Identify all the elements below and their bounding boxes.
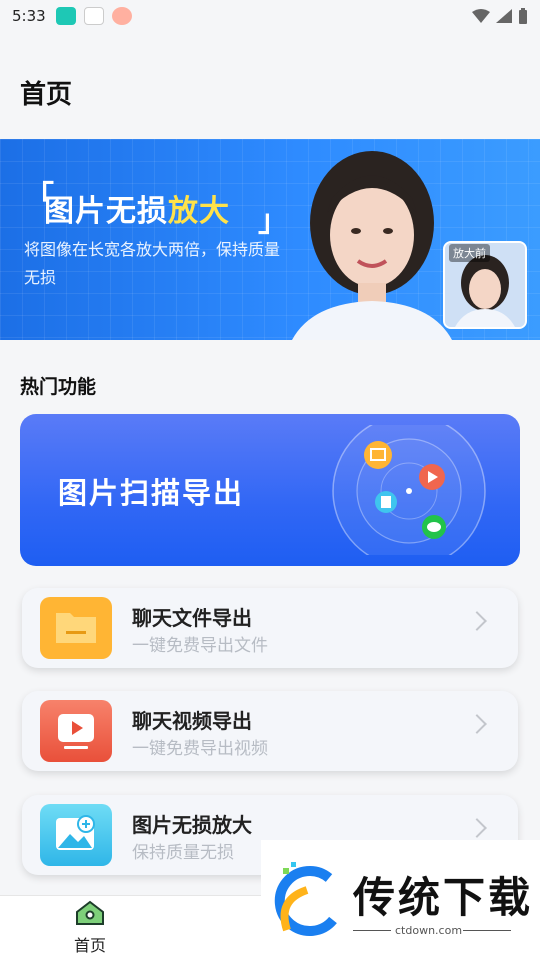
feature-subtitle: 一键免费导出文件 (132, 636, 268, 656)
hot-feature-title: 图片扫描导出 (58, 478, 245, 510)
signal-icon (496, 9, 512, 23)
battery-icon (519, 8, 527, 24)
status-time: 5:33 (12, 7, 46, 25)
thumbnail-label: 放大前 (449, 244, 490, 262)
chevron-right-icon (467, 611, 487, 631)
feature-card-file-export[interactable]: 聊天文件导出 一键免费导出文件 (22, 588, 518, 668)
banner-subtitle: 将图像在长宽各放大两倍，保持质量无损 (24, 240, 281, 287)
feature-title: 聊天视频导出 (132, 709, 252, 733)
feature-subtitle: 一键免费导出视频 (132, 739, 268, 759)
feature-title: 聊天文件导出 (132, 606, 252, 630)
banner-portrait-image (292, 151, 452, 340)
wifi-icon (472, 9, 490, 23)
banner-title: 图片无损放大 (44, 186, 230, 230)
chevron-right-icon (467, 818, 487, 838)
feature-subtitle: 保持质量无损 (132, 843, 234, 863)
tab-home-label: 首页 (73, 936, 106, 955)
chevron-right-icon (467, 714, 487, 734)
image-zoom-icon (40, 804, 112, 866)
video-icon (40, 700, 112, 762)
home-icon (76, 900, 104, 925)
app-notification-icon (55, 7, 76, 25)
message-notification-icon (83, 7, 104, 25)
banner-title-highlight: 放大 (168, 195, 230, 228)
folder-icon (40, 597, 112, 659)
radar-scan-icon (332, 425, 486, 555)
watermark-divider-left (353, 930, 391, 931)
watermark-divider-right (463, 930, 511, 931)
watermark-overlay: 传统下载 ctdown.com (261, 840, 540, 960)
page-header: 首页 (0, 32, 540, 139)
watermark-brand: 传统下载 (353, 874, 534, 921)
status-bar: 5:33 (0, 0, 540, 32)
banner-title-prefix: 图片无损 (44, 195, 168, 228)
feature-card-video-export[interactable]: 聊天视频导出 一键免费导出视频 (22, 691, 518, 771)
tab-home[interactable]: 首页 (68, 900, 112, 956)
feature-title: 图片无损放大 (132, 813, 252, 837)
watermark-url: ctdown.com (395, 924, 463, 937)
page-title: 首页 (20, 79, 73, 109)
section-title: 热门功能 (20, 376, 97, 398)
watermark-logo-icon (274, 862, 337, 937)
heart-notification-icon (111, 7, 132, 25)
